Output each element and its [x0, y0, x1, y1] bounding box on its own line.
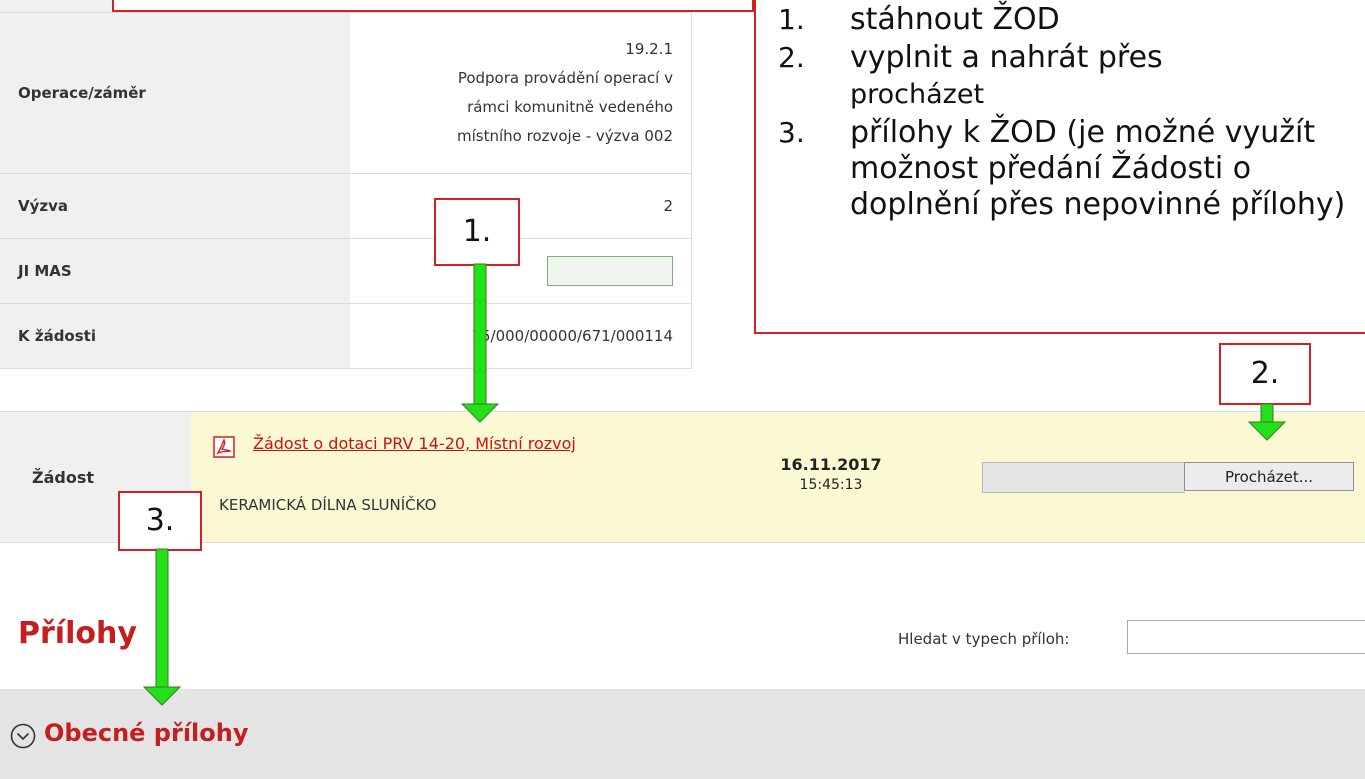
row-label-vyzva: Výzva	[0, 173, 350, 239]
submission-time: 15:45:13	[799, 477, 863, 493]
operace-line-2: Podpora provádění operací v	[457, 69, 673, 87]
pdf-icon[interactable]	[213, 436, 235, 458]
application-label: Žádost	[32, 468, 95, 487]
instruction-number: 1.	[778, 3, 805, 36]
instruction-item: 3. přílohy k ŽOD (je možné využít možnos…	[778, 115, 1365, 223]
step-3-marker: 3.	[118, 491, 202, 551]
instruction-number: 2.	[778, 41, 805, 74]
attachments-heading: Přílohy	[18, 616, 137, 651]
submission-date: 16.11.2017	[780, 455, 882, 474]
operace-line-3: rámci komunitně vedeného	[467, 98, 673, 116]
application-document-link[interactable]: Žádost o dotaci PRV 14-20, Místní rozvoj	[253, 434, 576, 453]
application-content: Žádost o dotaci PRV 14-20, Místní rozvoj…	[191, 412, 1365, 542]
arrow-down-icon-step-2	[1247, 403, 1287, 441]
attachment-search-label: Hledat v typech příloh:	[898, 630, 1070, 648]
arrow-down-icon-step-1	[460, 263, 500, 423]
instruction-item: 2. vyplnit a nahrát přes procházet	[778, 40, 1365, 113]
row-value-k-zadosti: 15/000/00000/671/000114	[350, 303, 692, 369]
row-value-vyzva: 2	[350, 173, 692, 239]
arrow-down-icon-step-3	[142, 548, 182, 706]
instruction-number: 3.	[778, 116, 805, 149]
browse-button[interactable]: Procházet...	[1184, 462, 1354, 491]
row-label-operace: Operace/záměr	[0, 12, 350, 174]
general-attachments-header[interactable]: Obecné přílohy	[0, 689, 1365, 779]
application-row: Žádost Žádost o dotaci PRV 14-20, Místní…	[0, 411, 1365, 543]
operace-line-4: místního rozvoje - výzva 002	[457, 127, 673, 145]
instruction-text: stáhnout ŽOD	[850, 2, 1060, 37]
instruction-item: 1. stáhnout ŽOD	[778, 2, 1365, 38]
instructions-callout: 1. stáhnout ŽOD 2. vyplnit a nahrát přes…	[754, 0, 1365, 334]
project-info-table: Operace/záměr 19.2.1 Podpora provádění o…	[0, 0, 692, 369]
row-value-operace: 19.2.1 Podpora provádění operací v rámci…	[350, 12, 692, 174]
chevron-down-circle-icon[interactable]	[10, 723, 36, 749]
operace-code: 19.2.1	[625, 40, 673, 58]
row-label-k-zadosti: K žádosti	[0, 303, 350, 369]
applicant-name: KERAMICKÁ DÍLNA SLUNÍČKO	[219, 496, 437, 514]
instructions-list: 1. stáhnout ŽOD 2. vyplnit a nahrát přes…	[756, 2, 1365, 223]
row-label-ji-mas: JI MAS	[0, 238, 350, 304]
file-path-field[interactable]	[982, 462, 1185, 493]
attachment-search-input[interactable]	[1127, 620, 1365, 654]
ji-mas-field[interactable]	[547, 256, 673, 286]
instruction-text: vyplnit a nahrát přes	[850, 40, 1163, 75]
row-value-ji-mas	[350, 238, 692, 304]
instruction-subtext: procházet	[850, 79, 985, 110]
step-1-marker: 1.	[434, 198, 520, 266]
general-attachments-title: Obecné přílohy	[44, 719, 249, 747]
annotation-frame-top	[112, 0, 754, 12]
instruction-text: přílohy k ŽOD (je možné využít možnost p…	[850, 115, 1346, 222]
